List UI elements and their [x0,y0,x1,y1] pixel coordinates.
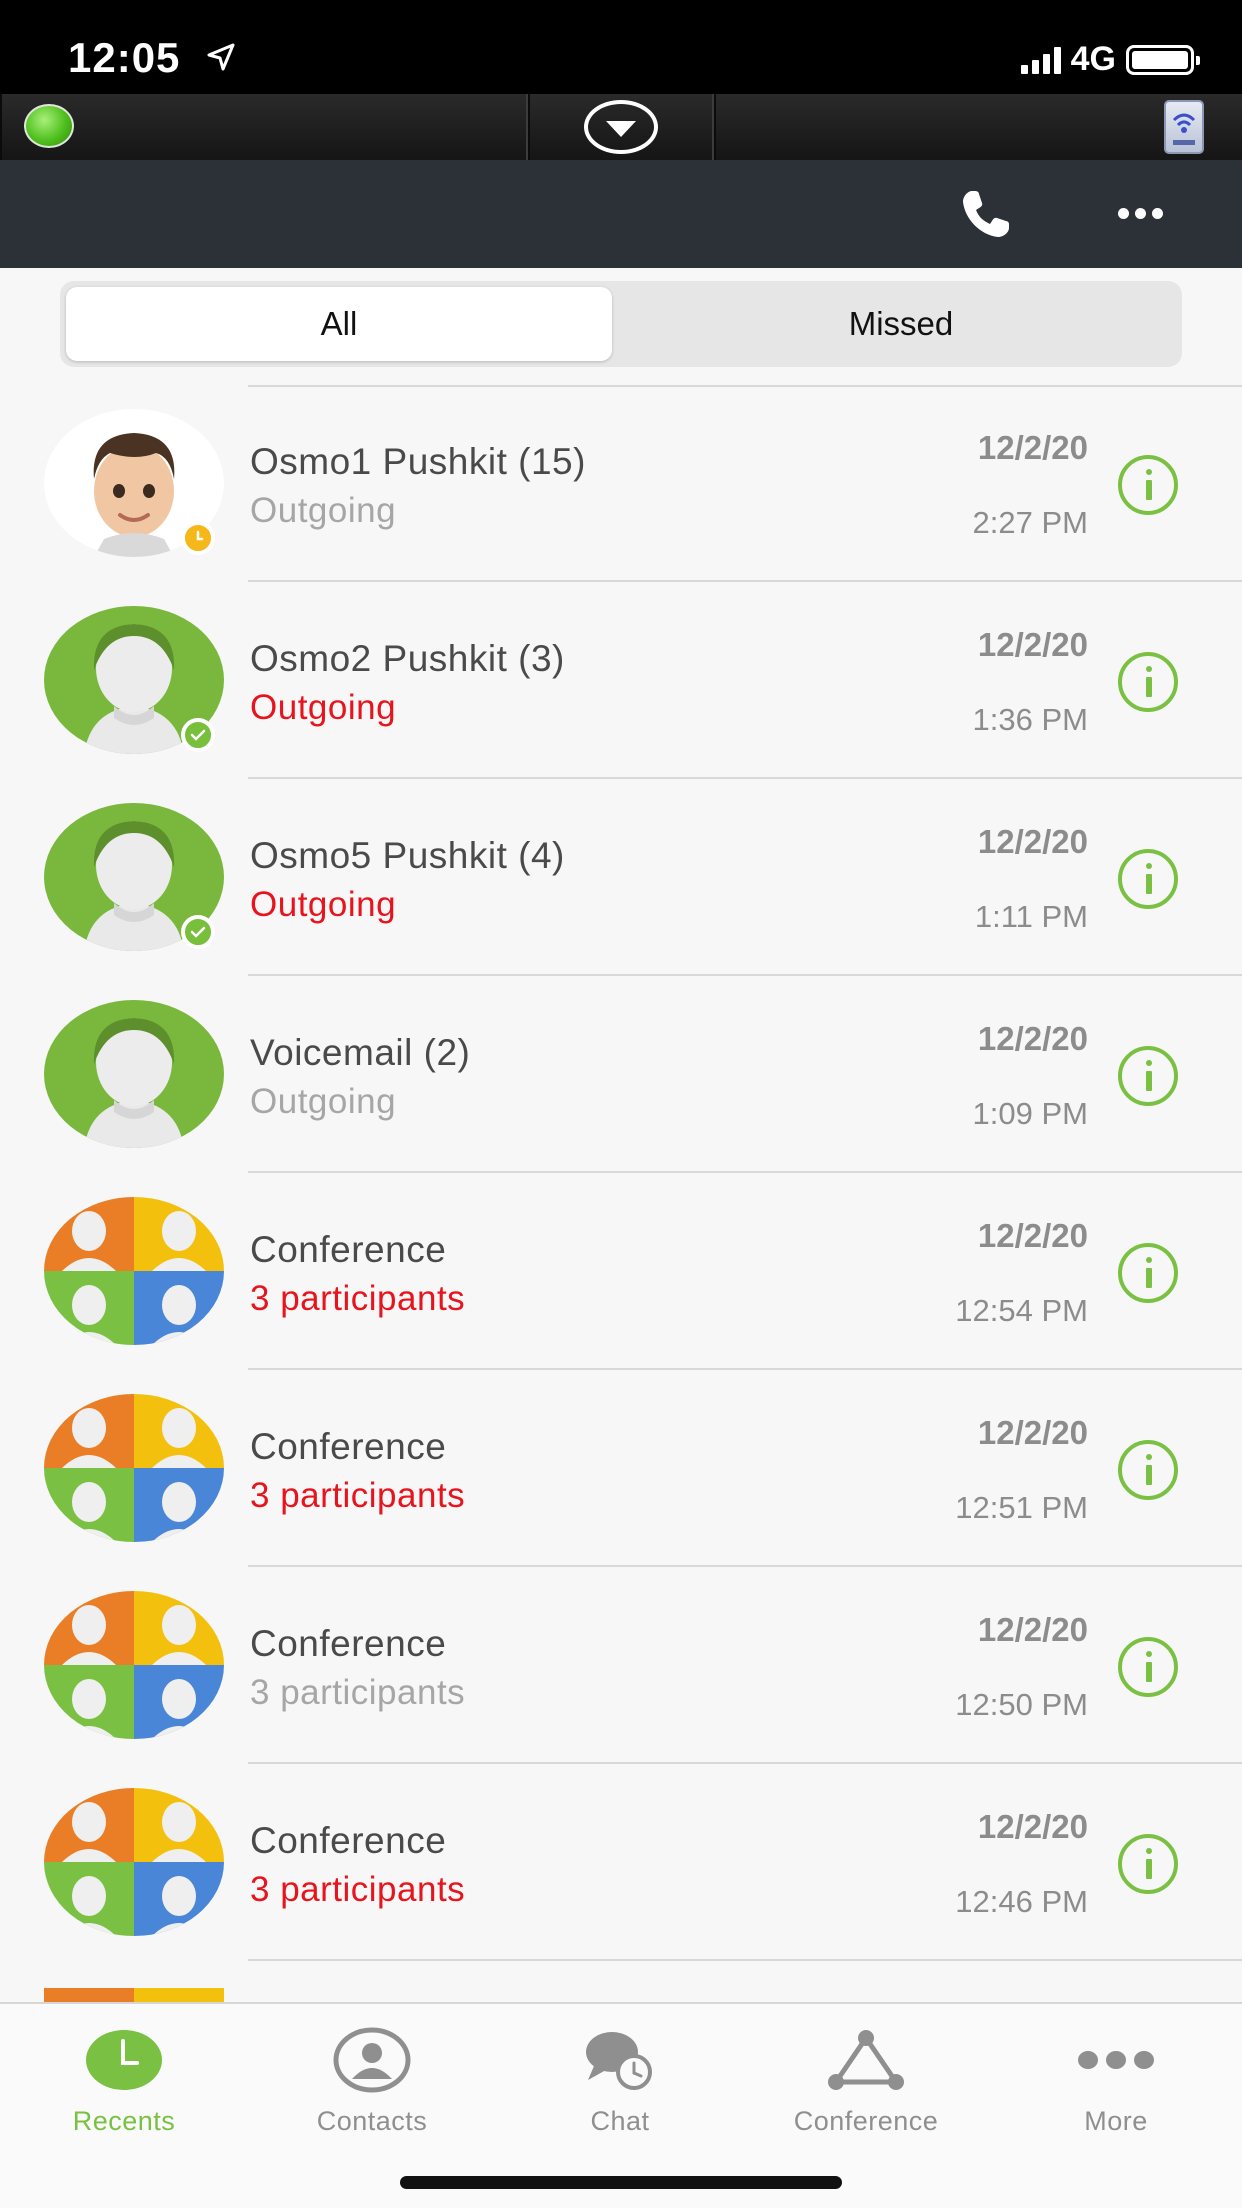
call-date: 12/2/20 [977,1217,1088,1254]
conference-avatar [44,1788,224,1936]
conference-avatar [44,1197,224,1345]
phone-icon[interactable] [958,186,1014,242]
available-check-icon [181,718,215,752]
call-detail: Outgoing [250,885,397,924]
recents-filter-segment: All Missed [60,281,1182,367]
sim-card-icon[interactable] [1164,100,1204,154]
strip-segment-right [714,94,1242,160]
away-clock-icon [181,521,215,555]
call-date: 12/2/20 [977,1414,1088,1451]
call-date: 12/2/20 [977,626,1088,663]
tab-conference[interactable]: Conference [766,2020,966,2137]
info-icon[interactable] [1118,849,1178,909]
app-status-strip [0,94,1242,160]
tab-label: Conference [793,2106,939,2136]
call-time: 12:50 PM [955,1687,1088,1722]
call-name: Osmo1 Pushkit (15) [250,441,586,482]
call-date: 12/2/20 [977,1020,1088,1057]
call-time: 1:36 PM [972,702,1088,737]
recent-calls-list: Osmo1 Pushkit (15) Outgoing 12/2/20 2:27 PM… [0,385,1242,1961]
call-name: Conference [250,1623,447,1664]
tab-more[interactable]: More [1016,2020,1216,2137]
call-row[interactable]: Conference 3 participants 12/2/20 12:51 PM [0,1370,1242,1567]
tab-label: Chat [590,2106,650,2136]
strip-segment-left [0,94,528,160]
call-time: 1:09 PM [972,1096,1088,1131]
tab-label: Recents [72,2106,176,2136]
info-icon[interactable] [1118,1637,1178,1697]
call-time: 1:11 PM [974,899,1088,934]
call-detail: 3 participants [250,1279,466,1318]
call-detail: Outgoing [250,688,397,727]
status-time: 12:05 [68,34,181,81]
presence-status-icon[interactable] [24,104,74,148]
call-name: Osmo5 Pushkit (4) [250,835,565,876]
contact-avatar [44,1000,224,1148]
tab-chat[interactable]: Chat [520,2020,720,2137]
info-icon[interactable] [1118,1046,1178,1106]
call-name: Conference [250,1229,447,1270]
call-name: Voicemail (2) [250,1032,471,1073]
call-time: 12:54 PM [955,1293,1088,1328]
dropdown-arrow-icon[interactable] [584,100,658,154]
tab-label: More [1084,2106,1148,2136]
cellular-signal-icon [1020,46,1061,74]
call-row[interactable]: Voicemail (2) Outgoing 12/2/20 1:09 PM [0,976,1242,1173]
call-time: 12:51 PM [955,1490,1088,1525]
segment-all[interactable]: All [66,287,612,361]
call-time: 2:27 PM [972,505,1088,540]
call-date: 12/2/20 [977,823,1088,860]
tab-contacts[interactable]: Contacts [272,2020,472,2137]
info-icon[interactable] [1118,1834,1178,1894]
call-date: 12/2/20 [977,1611,1088,1648]
info-icon[interactable] [1118,652,1178,712]
call-row[interactable]: Osmo1 Pushkit (15) Outgoing 12/2/20 2:27 PM [0,385,1242,582]
ellipsis-icon[interactable] [1118,208,1163,219]
wifi-calling-icon [1172,113,1196,145]
call-detail: 3 participants [250,1476,466,1515]
home-indicator[interactable] [400,2176,842,2189]
call-row[interactable]: Conference 3 participants 12/2/20 12:50 PM [0,1567,1242,1764]
network-type: 4G [1070,40,1116,78]
call-row[interactable]: Conference 3 participants 12/2/20 12:54 PM [0,1173,1242,1370]
call-time: 12:46 PM [955,1884,1088,1919]
location-arrow-icon [207,43,235,71]
battery-icon [1126,44,1200,75]
call-detail: Outgoing [250,491,397,530]
tab-recents[interactable]: Recents [24,2020,224,2137]
call-name: Conference [250,1820,447,1861]
tab-label: Contacts [316,2106,428,2136]
chat-icon [586,2032,652,2090]
more-dots-icon [1078,2051,1154,2069]
call-name: Conference [250,1426,447,1467]
info-icon[interactable] [1118,1440,1178,1500]
status-bar: 12:05 4G [0,0,1242,94]
person-icon [333,2027,411,2093]
info-icon[interactable] [1118,455,1178,515]
call-detail: Outgoing [250,1082,397,1121]
call-detail: 3 participants [250,1673,466,1712]
call-date: 12/2/20 [977,429,1088,466]
segment-missed[interactable]: Missed [626,287,1176,361]
clock-icon [86,2030,162,2090]
conference-icon [828,2030,904,2090]
info-icon[interactable] [1118,1243,1178,1303]
call-row[interactable]: Osmo2 Pushkit (3) Outgoing 12/2/20 1:36 PM [0,582,1242,779]
call-date: 12/2/20 [977,1808,1088,1845]
available-check-icon [181,915,215,949]
call-row[interactable]: Conference 3 participants 12/2/20 12:46 PM [0,1764,1242,1961]
conference-avatar [44,1394,224,1542]
call-name: Osmo2 Pushkit (3) [250,638,565,679]
call-detail: 3 participants [250,1870,466,1909]
navigation-bar [0,160,1242,268]
call-row[interactable]: Osmo5 Pushkit (4) Outgoing 12/2/20 1:11 PM [0,779,1242,976]
conference-avatar [44,1591,224,1739]
divider [248,1959,1242,1961]
